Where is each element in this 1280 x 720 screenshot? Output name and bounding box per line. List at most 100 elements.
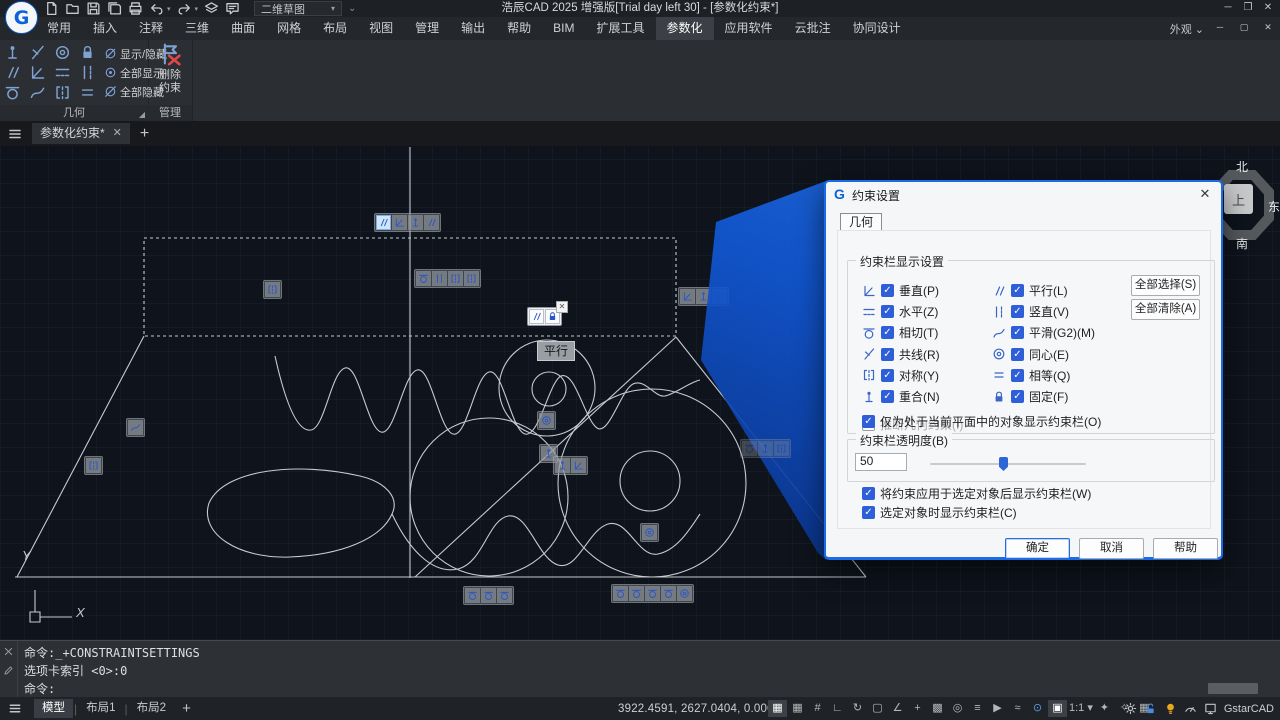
layers-icon[interactable]	[204, 1, 219, 16]
checkbox-collinear[interactable]: ✓	[881, 348, 894, 361]
show-on-select-checkbox-row[interactable]: ✓ 选定对象时显示约束栏(C)	[862, 504, 1017, 521]
apply-after-select-checkbox[interactable]: ✓	[862, 487, 875, 500]
transparency-input[interactable]: 50	[855, 453, 907, 471]
constraint-coincident-icon[interactable]	[758, 441, 773, 456]
constraint-badge[interactable]	[263, 280, 282, 299]
tool-concentric-icon[interactable]	[54, 44, 71, 61]
cancel-button[interactable]: 取消	[1079, 538, 1144, 559]
layout-tab-布局1[interactable]: 布局1	[78, 699, 123, 718]
status-menu-icon[interactable]	[6, 702, 24, 715]
constraint-row-tangent[interactable]: ✓相切(T)	[862, 324, 938, 341]
ribbon-tab-帮助[interactable]: 帮助	[496, 17, 542, 40]
edit-command-icon[interactable]	[3, 665, 14, 676]
hamburger-menu-icon[interactable]	[6, 127, 24, 141]
constraint-tangent-icon[interactable]	[742, 441, 757, 456]
constraint-row-perpendicular[interactable]: ✓垂直(P)	[862, 282, 939, 299]
constraint-coincident-icon[interactable]	[555, 458, 570, 473]
current-plane-checkbox-row[interactable]: ✓ 仅为处于当前平面中的对象显示约束栏(O)	[862, 413, 1101, 430]
undo-icon[interactable]	[149, 1, 164, 16]
constraint-badge[interactable]	[126, 418, 145, 437]
status-toggle-icon[interactable]: ✦	[1095, 700, 1114, 717]
status-toggle-icon[interactable]: ▦	[788, 700, 807, 717]
constraint-vertical-icon[interactable]	[432, 271, 447, 286]
command-history[interactable]: 命令:_+CONSTRAINTSETTINGS选项卡索引 <0>:0命令:	[24, 644, 200, 698]
checkbox-tangent[interactable]: ✓	[881, 326, 894, 339]
checkbox-fixed[interactable]: ✓	[1011, 390, 1024, 403]
restore-button[interactable]: ❐	[1238, 0, 1258, 17]
constraint-badge[interactable]	[463, 586, 514, 605]
settings-icon[interactable]	[1124, 702, 1137, 715]
constraint-coincident-icon[interactable]	[408, 215, 423, 230]
checkbox-perpendicular[interactable]: ✓	[881, 284, 894, 297]
ribbon-tab-插入[interactable]: 插入	[82, 17, 128, 40]
ribbon-tab-注释[interactable]: 注释	[128, 17, 174, 40]
tool-fixed-icon[interactable]	[79, 44, 96, 61]
checkbox-vertical[interactable]: ✓	[1011, 305, 1024, 318]
caret-down-icon[interactable]: ▾	[195, 5, 199, 13]
command-scrollbar[interactable]	[1208, 683, 1258, 694]
unlock-icon[interactable]	[1144, 702, 1157, 715]
constraint-perpendicular-icon[interactable]	[571, 458, 586, 473]
ribbon-tab-曲面[interactable]: 曲面	[220, 17, 266, 40]
dialog-titlebar[interactable]: G 约束设置 ✕	[826, 182, 1221, 206]
tool-parallel-icon[interactable]	[4, 64, 21, 81]
tool-equal-icon[interactable]	[79, 84, 96, 101]
appearance-menu[interactable]: 外观 ⌄	[1170, 21, 1204, 37]
help-button[interactable]: 帮助	[1153, 538, 1218, 559]
constraint-tangent-icon[interactable]	[465, 588, 480, 603]
constraint-row-smooth[interactable]: ✓平滑(G2)(M)	[992, 324, 1095, 341]
tool-smooth-icon[interactable]	[29, 84, 46, 101]
constraint-perpendicular-icon[interactable]	[392, 215, 407, 230]
constraint-coincident-icon[interactable]	[696, 289, 711, 304]
clear-all-button[interactable]: 全部清除(A)	[1131, 299, 1200, 320]
constraint-tangent-icon[interactable]	[613, 586, 628, 601]
tool-symmetric-icon[interactable]	[54, 84, 71, 101]
doc-close-button[interactable]: ✕	[1260, 20, 1276, 37]
constraint-symmetric-icon[interactable]	[86, 458, 101, 473]
constraint-row-coincident[interactable]: ✓重合(N)	[862, 388, 940, 405]
caret-down-icon[interactable]: ▾	[167, 5, 171, 13]
status-toggle-icon[interactable]: ⊙	[1028, 700, 1047, 717]
command-line-panel[interactable]: 命令:_+CONSTRAINTSETTINGS选项卡索引 <0>:0命令:	[0, 640, 1280, 698]
constraint-tangent-icon[interactable]	[416, 271, 431, 286]
constraint-row-fixed[interactable]: ✓固定(F)	[992, 388, 1068, 405]
redo-icon[interactable]	[177, 1, 192, 16]
delete-constraint-button[interactable]: 删除约束	[148, 42, 192, 95]
tool-perpendicular-icon[interactable]	[29, 64, 46, 81]
toolbar-overflow-icon[interactable]: ⌄	[348, 3, 356, 14]
apply-after-select-checkbox-row[interactable]: ✓ 将约束应用于选定对象后显示约束栏(W)	[862, 485, 1091, 502]
new-tab-button[interactable]: +	[140, 125, 149, 143]
constraint-tangent-icon[interactable]	[645, 586, 660, 601]
constraint-badge[interactable]	[611, 584, 694, 603]
constraint-row-vertical[interactable]: ✓竖直(V)	[992, 303, 1069, 320]
constraint-badge[interactable]	[678, 287, 729, 306]
tool-coincident-icon[interactable]	[4, 44, 21, 61]
ribbon-tab-参数化[interactable]: 参数化	[656, 17, 714, 40]
tool-collinear-icon[interactable]	[29, 44, 46, 61]
constraint-row-concentric[interactable]: ✓同心(E)	[992, 346, 1069, 363]
status-toggle-icon[interactable]: ≡	[968, 700, 987, 717]
status-toggle-icon[interactable]: +	[908, 700, 927, 717]
app-logo-icon[interactable]: G	[5, 1, 38, 34]
saveall-icon[interactable]	[107, 1, 122, 16]
print-icon[interactable]	[128, 1, 143, 16]
checkbox-symmetric[interactable]: ✓	[881, 369, 894, 382]
workspace-selector[interactable]: 二维草图▾	[254, 1, 342, 16]
constraint-parallel-icon[interactable]	[424, 215, 439, 230]
ribbon-tab-常用[interactable]: 常用	[36, 17, 82, 40]
ok-button[interactable]: 确定	[1005, 538, 1070, 559]
constraint-tangent-icon[interactable]	[481, 588, 496, 603]
tool-tangent-icon[interactable]	[4, 84, 21, 101]
chat-icon[interactable]	[225, 1, 240, 16]
status-toggle-icon[interactable]: ◎	[948, 700, 967, 717]
constraint-parallel-icon[interactable]	[376, 215, 391, 230]
status-toggle-icon[interactable]: ▢	[868, 700, 887, 717]
constraint-perpendicular-icon[interactable]	[680, 289, 695, 304]
constraint-symmetric-icon[interactable]	[464, 271, 479, 286]
status-toggle-icon[interactable]: ▣	[1048, 700, 1067, 717]
constraint-badge[interactable]	[414, 269, 481, 288]
status-toggle-icon[interactable]: 1:1 ▾	[1068, 700, 1094, 717]
constraint-concentric-icon[interactable]	[539, 413, 554, 428]
close-button[interactable]: ✕	[1258, 0, 1278, 17]
checkbox-parallel[interactable]: ✓	[1011, 284, 1024, 297]
